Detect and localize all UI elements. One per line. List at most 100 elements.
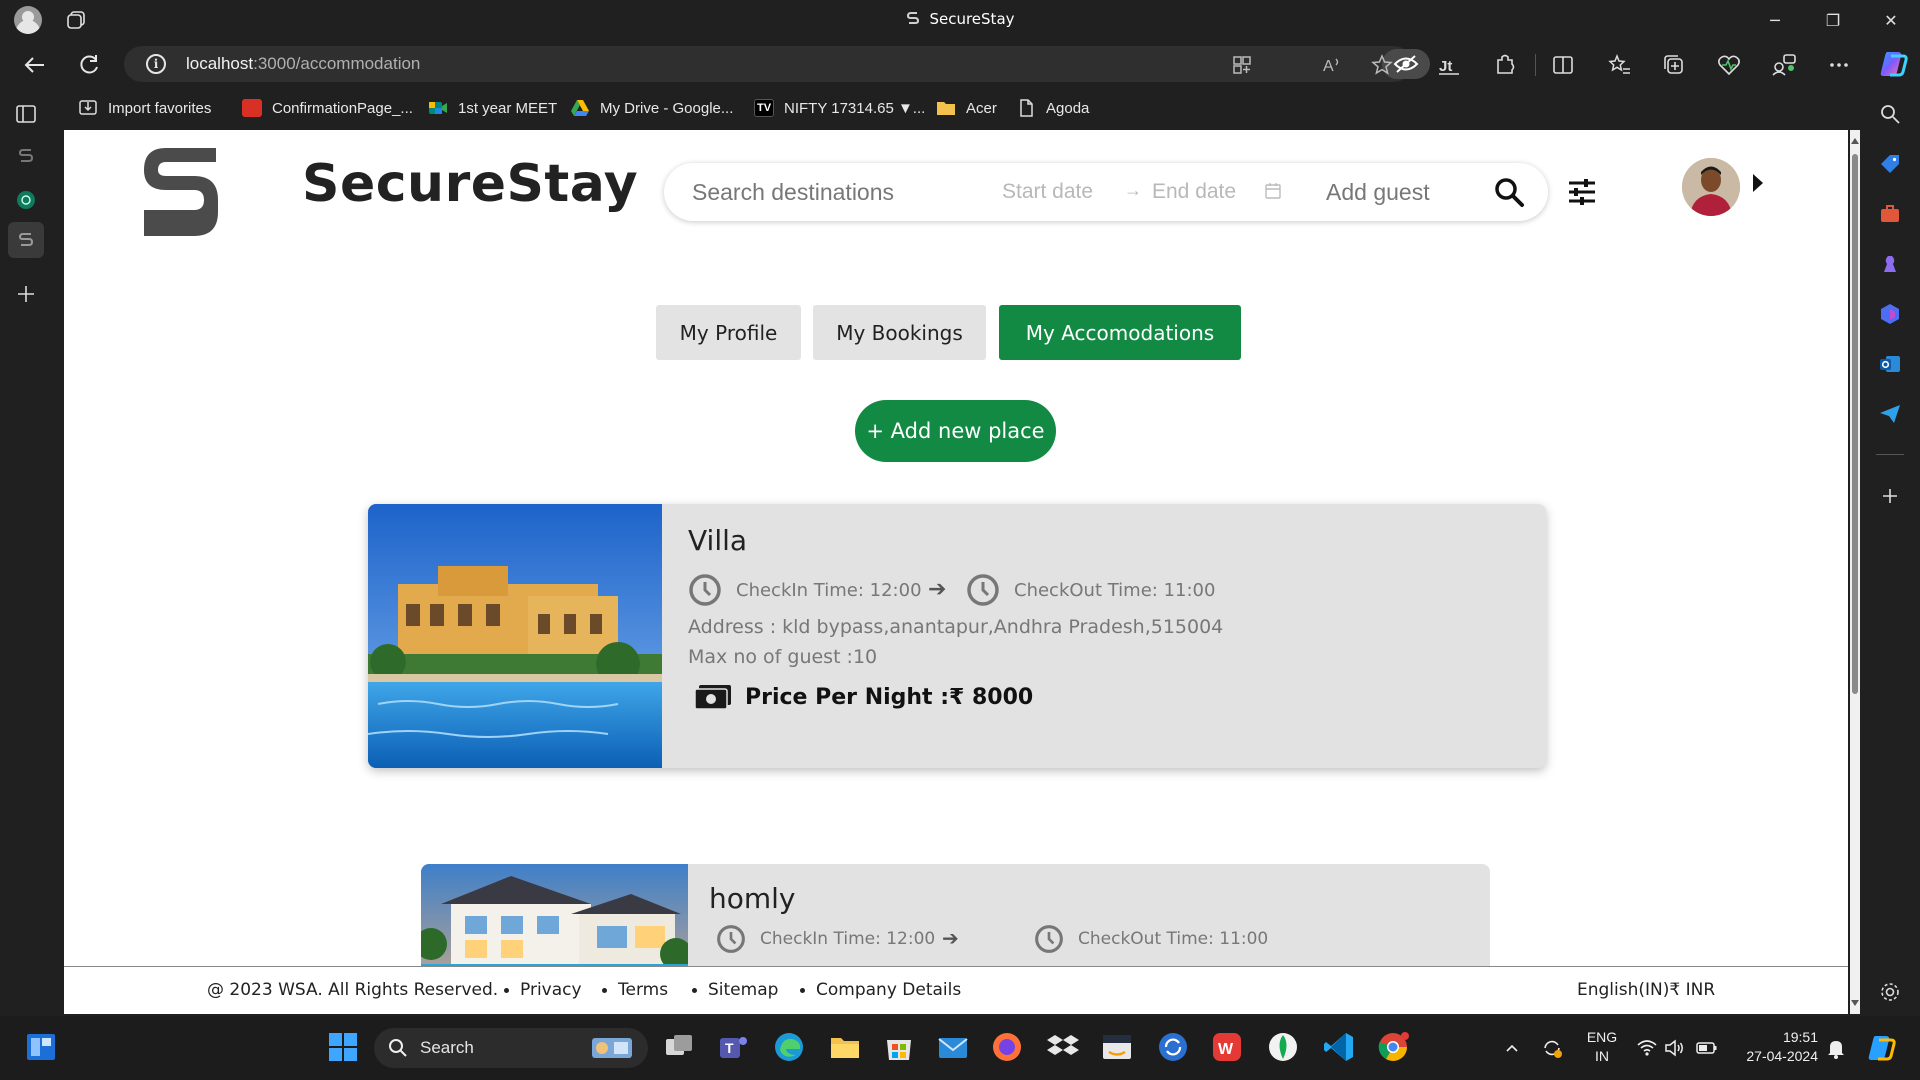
favorite-confirmation-page[interactable]: ConfirmationPage_... [242, 97, 413, 119]
tab-my-accommodations[interactable]: My Accomodations [999, 305, 1241, 360]
outlook-icon[interactable] [1878, 352, 1902, 376]
input-language-indicator[interactable]: ENG IN [1582, 1028, 1622, 1066]
new-tab-icon[interactable] [14, 282, 38, 306]
footer-link-sitemap[interactable]: Sitemap [691, 980, 778, 1000]
favorite-google-drive[interactable]: My Drive - Google... [570, 97, 733, 119]
add-guest-input[interactable]: Add guest [1326, 179, 1430, 206]
microsoft-store-icon[interactable] [882, 1030, 916, 1064]
address-bar[interactable]: i localhost:3000/accommodation A [124, 46, 1430, 82]
notification-bell-icon[interactable] [1826, 1038, 1846, 1060]
task-view-icon[interactable] [662, 1030, 696, 1064]
securestay-logo[interactable] [138, 144, 222, 240]
chrome-icon[interactable] [1376, 1030, 1410, 1064]
tab-panel-icon[interactable] [14, 102, 38, 126]
windows-start-icon[interactable] [326, 1030, 360, 1064]
favorite-meet[interactable]: 1st year MEET [428, 97, 557, 119]
extensions-icon[interactable] [1490, 50, 1520, 80]
microsoft-365-icon[interactable] [1878, 302, 1902, 326]
page-scrollbar[interactable] [1850, 130, 1860, 1014]
favorite-star-icon[interactable] [1370, 53, 1394, 77]
user-avatar[interactable] [1682, 158, 1740, 216]
favorite-acer-folder[interactable]: Acer [936, 97, 997, 119]
translate-icon[interactable]: Jt [1434, 50, 1464, 80]
site-info-icon[interactable]: i [146, 54, 166, 74]
tab-my-profile[interactable]: My Profile [656, 305, 801, 360]
favorites-icon[interactable] [1604, 50, 1634, 80]
securestay-tab-icon[interactable] [14, 144, 38, 168]
battery-icon[interactable] [1696, 1040, 1718, 1056]
place-name[interactable]: homly [709, 882, 796, 915]
footer-link-terms[interactable]: Terms [601, 980, 668, 1000]
mongodb-compass-icon[interactable] [1266, 1030, 1300, 1064]
widgets-icon[interactable] [24, 1030, 58, 1064]
footer-link-privacy[interactable]: Privacy [504, 980, 582, 1000]
calendar-icon[interactable] [1264, 182, 1282, 200]
tradingview-icon: TV [754, 99, 774, 117]
scroll-down-arrow-icon[interactable] [1851, 1000, 1859, 1006]
volume-icon[interactable] [1664, 1038, 1686, 1058]
add-new-place-button[interactable]: + Add new place [855, 400, 1056, 462]
end-date-input[interactable]: End date [1152, 180, 1236, 204]
workspaces-icon[interactable] [1769, 50, 1799, 80]
footer-link-company-details[interactable]: Company Details [799, 980, 961, 1000]
browser-essentials-icon[interactable] [1714, 50, 1744, 80]
back-icon[interactable] [20, 50, 50, 80]
show-hidden-icons-chevron-icon[interactable] [1504, 1040, 1520, 1056]
search-bar[interactable]: Search destinations Start date → End dat… [664, 163, 1548, 221]
more-options-icon[interactable] [1824, 50, 1854, 80]
sidebar-search-icon[interactable] [1878, 102, 1902, 126]
taskbar-search-box[interactable]: Search [374, 1028, 648, 1068]
filter-sliders-icon[interactable] [1566, 176, 1598, 208]
firefox-icon[interactable] [990, 1030, 1024, 1064]
shopping-tag-icon[interactable] [1878, 152, 1902, 176]
onedrive-sync-icon[interactable] [1540, 1036, 1564, 1060]
games-icon[interactable] [1878, 252, 1902, 276]
minimize-button[interactable]: ─ [1752, 6, 1798, 34]
windows-taskbar: Search T W ENG IN 19:51 27-04-2024 [0, 1016, 1920, 1080]
refresh-icon[interactable] [74, 50, 104, 80]
read-aloud-icon[interactable]: A [1320, 53, 1344, 77]
file-explorer-icon[interactable] [828, 1030, 862, 1064]
close-button[interactable]: ✕ [1868, 6, 1914, 34]
svg-text:Jt: Jt [1439, 58, 1452, 75]
drop-send-icon[interactable] [1878, 402, 1902, 426]
tools-briefcase-icon[interactable] [1878, 202, 1902, 226]
favorite-nifty[interactable]: TV NIFTY 17314.65 ▼... [754, 97, 925, 119]
search-icon[interactable] [1492, 175, 1526, 209]
vscode-icon[interactable] [1322, 1030, 1356, 1064]
active-tab-highlight[interactable] [8, 222, 44, 258]
accommodation-card[interactable]: Villa CheckIn Time: 12:00 ➔ CheckOut Tim… [368, 504, 1546, 768]
system-clock[interactable]: 19:51 27-04-2024 [1738, 1028, 1818, 1066]
edge-icon[interactable] [772, 1030, 806, 1064]
favorite-import[interactable]: Import favorites [78, 97, 211, 119]
restore-button[interactable]: ❐ [1810, 6, 1856, 34]
wps-office-icon[interactable]: W [1210, 1030, 1244, 1064]
split-screen-icon[interactable] [1548, 50, 1578, 80]
copilot-taskbar-icon[interactable] [1866, 1032, 1898, 1064]
tab-my-bookings[interactable]: My Bookings [813, 305, 986, 360]
add-sidebar-app-icon[interactable] [1878, 484, 1902, 508]
teams-icon[interactable]: T [716, 1030, 750, 1064]
url-text[interactable]: localhost:3000/accommodation [186, 54, 420, 74]
clock-icon [1035, 925, 1063, 953]
destination-search-input[interactable]: Search destinations [692, 179, 894, 206]
mail-icon[interactable] [936, 1030, 970, 1064]
wifi-icon[interactable] [1636, 1038, 1658, 1058]
amazon-icon[interactable] [1100, 1030, 1134, 1064]
user-menu-caret-icon[interactable] [1753, 174, 1763, 192]
copilot-icon[interactable] [1878, 48, 1910, 80]
dropbox-icon[interactable] [1046, 1030, 1080, 1064]
favorite-agoda[interactable]: Agoda [1016, 97, 1089, 119]
collections-icon[interactable] [1659, 50, 1689, 80]
start-date-input[interactable]: Start date [1002, 180, 1093, 204]
app-available-icon[interactable] [1230, 53, 1254, 77]
sidebar-settings-icon[interactable] [1878, 980, 1902, 1004]
scrollbar-thumb[interactable] [1852, 154, 1858, 694]
villa-photo[interactable] [368, 504, 662, 768]
scroll-up-arrow-icon[interactable] [1851, 138, 1859, 144]
chatgpt-tab-icon[interactable] [14, 188, 38, 212]
sync-app-icon[interactable] [1156, 1030, 1190, 1064]
site-brand-name[interactable]: SecureStay [302, 154, 638, 214]
place-name[interactable]: Villa [688, 524, 747, 557]
locale-currency-selector[interactable]: English(IN)₹ INR [1577, 980, 1715, 1000]
